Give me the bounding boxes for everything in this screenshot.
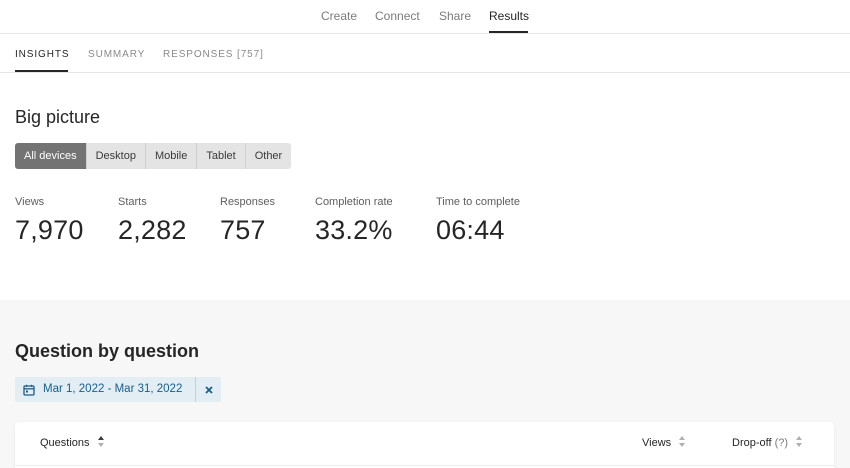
question-by-question-title: Question by question [15, 341, 200, 361]
tab-responses[interactable]: RESPONSES [757] [163, 49, 264, 61]
calendar-icon [15, 377, 43, 402]
stat-value: 7,970 [15, 215, 84, 245]
date-range-label: Mar 1, 2022 - Mar 31, 2022 [43, 383, 183, 395]
questions-table: Questions Views Drop-off (?) [15, 422, 834, 468]
stat-starts: Starts 2,282 [118, 196, 187, 246]
stat-label: Starts [118, 196, 147, 208]
device-mobile-button[interactable]: Mobile [144, 143, 196, 169]
stat-completion-rate: Completion rate 33.2% [315, 196, 393, 246]
column-header-label: Views [642, 437, 672, 449]
big-picture-title: Big picture [15, 107, 101, 127]
results-subnav: INSIGHTS SUMMARY RESPONSES [757] [0, 34, 850, 73]
column-header-label: Drop-off [732, 437, 772, 449]
sort-icon [796, 436, 803, 448]
nav-connect[interactable]: Connect [375, 9, 420, 23]
stat-value: 757 [220, 215, 266, 245]
device-tablet-button[interactable]: Tablet [196, 143, 244, 169]
device-all-button[interactable]: All devices [15, 143, 86, 169]
help-icon[interactable]: (?) [775, 437, 788, 449]
stat-value: 33.2% [315, 215, 393, 245]
column-header-dropoff[interactable]: Drop-off (?) [732, 436, 803, 450]
nav-results[interactable]: Results [489, 9, 529, 23]
stat-value: 2,282 [118, 215, 187, 245]
stat-time-to-complete: Time to complete 06:44 [436, 196, 520, 246]
device-filter: All devices Desktop Mobile Tablet Other [15, 143, 292, 169]
tab-summary[interactable]: SUMMARY [88, 49, 145, 61]
stat-views: Views 7,970 [15, 196, 84, 246]
nav-active-indicator [489, 31, 528, 33]
tab-active-indicator [15, 70, 68, 72]
device-desktop-button[interactable]: Desktop [85, 143, 145, 169]
column-header-label: Questions [40, 437, 90, 449]
stat-value: 06:44 [436, 215, 505, 245]
device-other-button[interactable]: Other [244, 143, 292, 169]
stat-label: Time to complete [436, 196, 520, 208]
table-header-divider [15, 465, 834, 466]
close-icon[interactable] [196, 377, 221, 402]
stat-label: Completion rate [315, 196, 393, 208]
top-navigation: Create Connect Share Results [0, 0, 850, 34]
sort-icon [679, 436, 686, 448]
stat-label: Responses [220, 196, 276, 208]
sort-icon [97, 436, 105, 448]
date-range-filter[interactable]: Mar 1, 2022 - Mar 31, 2022 [15, 377, 221, 402]
nav-share[interactable]: Share [439, 9, 471, 23]
stat-label: Views [15, 196, 45, 208]
stat-responses: Responses 757 [220, 196, 275, 246]
tab-insights[interactable]: INSIGHTS [15, 49, 69, 61]
column-header-questions[interactable]: Questions [40, 436, 105, 450]
column-header-views[interactable]: Views [642, 436, 686, 450]
nav-create[interactable]: Create [321, 9, 357, 23]
